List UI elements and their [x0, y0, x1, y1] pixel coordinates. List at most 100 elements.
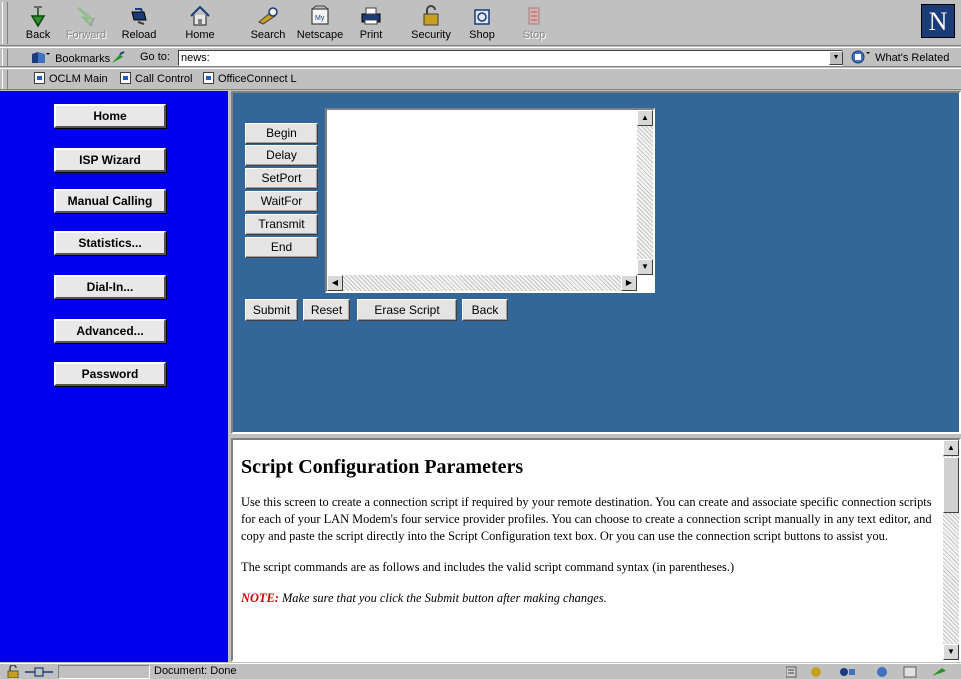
personal-link-call-control[interactable]: Call Control [120, 72, 192, 85]
search-button[interactable]: Search [244, 2, 292, 44]
erase-script-button[interactable]: Erase Script [357, 299, 457, 321]
shop-label: Shop [469, 29, 495, 41]
help-paragraph-intro: Use this screen to create a connection s… [241, 495, 932, 543]
help-paragraph-commands: The script commands are as follows and i… [241, 560, 735, 574]
help-note: NOTE: Make sure that you click the Submi… [241, 590, 933, 607]
toolbar-grip[interactable] [2, 2, 8, 44]
sidebar-item-statistics[interactable]: Statistics... [54, 231, 166, 255]
bookmarks-menu[interactable]: Bookmarks [30, 51, 110, 65]
sidebar-item-advanced[interactable]: Advanced... [54, 319, 166, 343]
personal-link-oclm-main[interactable]: OCLM Main [34, 72, 108, 85]
location-bar-grip[interactable] [2, 49, 8, 66]
script-textarea[interactable]: ▲ ▼ ◀ ▶ [325, 108, 655, 293]
security-button[interactable]: Security [407, 2, 455, 44]
stop-icon [528, 7, 540, 25]
personal-toolbar: OCLM Main Call Control OfficeConnect L [0, 68, 961, 90]
netscape-button[interactable]: My Netscape [296, 2, 344, 44]
transmit-command-button[interactable]: Transmit [245, 214, 318, 235]
reload-button[interactable]: Reload [115, 2, 163, 44]
scroll-right-arrow-icon[interactable]: ▶ [621, 275, 637, 291]
scroll-left-arrow-icon[interactable]: ◀ [327, 275, 343, 291]
home-button[interactable]: Home [176, 2, 224, 44]
component-bar-icons [786, 666, 946, 678]
location-icon[interactable] [110, 51, 126, 65]
end-command-button[interactable]: End [245, 237, 318, 258]
begin-command-button[interactable]: Begin [245, 123, 318, 144]
location-history-dropdown[interactable]: ▼ [829, 51, 843, 65]
back-form-button[interactable]: Back [462, 299, 508, 321]
whats-related-button[interactable]: What's Related [850, 50, 949, 64]
submit-button[interactable]: Submit [245, 299, 298, 321]
security-status-icon[interactable] [6, 665, 20, 678]
personal-link-officeconnect[interactable]: OfficeConnect L [203, 72, 297, 85]
navigation-toolbar: Back Forward Reload Home Search My Netsc… [0, 0, 961, 46]
shop-button[interactable]: Shop [458, 2, 506, 44]
note-label: NOTE: [241, 591, 279, 605]
security-lock-icon [423, 5, 439, 26]
print-button[interactable]: Print [347, 2, 395, 44]
netscape-icon: My [311, 5, 329, 25]
back-arrow-icon [30, 6, 46, 28]
waitfor-command-button[interactable]: WaitFor [245, 191, 318, 212]
scroll-up-arrow-icon[interactable]: ▲ [637, 110, 653, 126]
script-text [327, 110, 653, 114]
scroll-down-arrow-icon[interactable]: ▼ [943, 644, 959, 660]
netscape-logo[interactable]: N [921, 4, 955, 38]
sidebar-item-home[interactable]: Home [54, 104, 166, 128]
help-frame: Script Configuration Parameters Use this… [231, 438, 961, 662]
scroll-down-arrow-icon[interactable]: ▼ [637, 259, 653, 275]
help-title: Script Configuration Parameters [241, 456, 524, 478]
setport-command-button[interactable]: SetPort [245, 168, 318, 189]
security-label: Security [411, 29, 451, 41]
script-horizontal-scrollbar[interactable]: ◀ ▶ [327, 275, 637, 291]
page-icon [203, 72, 214, 84]
print-label: Print [359, 29, 383, 41]
navigation-frame: Home ISP Wizard Manual Calling Statistic… [0, 91, 231, 662]
personal-link-label: OCLM Main [49, 73, 108, 85]
back-button[interactable]: Back [14, 2, 62, 44]
home-label: Home [185, 29, 215, 41]
reload-icon [131, 8, 147, 25]
delay-command-button[interactable]: Delay [245, 145, 318, 166]
connection-status-icon [25, 667, 53, 677]
page-icon [120, 72, 131, 84]
personal-link-label: OfficeConnect L [218, 73, 297, 85]
bookmarks-icon [32, 52, 50, 63]
whats-related-icon [851, 50, 870, 64]
forward-arrow-icon [77, 6, 95, 28]
home-icon [190, 5, 210, 26]
sidebar-item-isp-wizard[interactable]: ISP Wizard [54, 148, 166, 172]
reload-label: Reload [121, 29, 157, 41]
page-icon [34, 72, 45, 84]
scrollbar-thumb[interactable] [943, 457, 959, 513]
netscape-icon-text: My [315, 15, 325, 22]
location-input[interactable] [178, 50, 843, 66]
script-vertical-scrollbar[interactable]: ▲ ▼ [637, 110, 653, 275]
personal-toolbar-grip[interactable] [2, 70, 8, 89]
note-text: Make sure that you click the Submit butt… [281, 591, 607, 605]
help-vertical-scrollbar[interactable]: ▲ ▼ [943, 440, 959, 660]
scroll-up-arrow-icon[interactable]: ▲ [943, 440, 959, 456]
stop-label: Stop [522, 29, 546, 41]
goto-label: Go to: [140, 51, 170, 63]
status-bar: Document: Done [0, 663, 961, 679]
netscape-label: Netscape [296, 29, 344, 41]
sidebar-item-password[interactable]: Password [54, 362, 166, 386]
help-content: Script Configuration Parameters Use this… [233, 440, 943, 607]
search-icon [258, 7, 278, 25]
shop-icon [474, 9, 490, 25]
personal-link-label: Call Control [135, 73, 193, 85]
back-label: Back [25, 29, 51, 41]
script-config-frame: Begin Delay SetPort WaitFor Transmit End… [231, 91, 961, 434]
forward-button[interactable]: Forward [62, 2, 110, 44]
stop-button[interactable]: Stop [510, 2, 558, 44]
forward-label: Forward [65, 29, 107, 41]
progress-cell [58, 665, 150, 679]
search-label: Search [250, 29, 286, 41]
bookmarks-label: Bookmarks [55, 53, 111, 65]
reset-button[interactable]: Reset [303, 299, 350, 321]
sidebar-item-manual-calling[interactable]: Manual Calling [54, 189, 166, 213]
status-text: Document: Done [154, 665, 237, 677]
sidebar-item-dial-in[interactable]: Dial-In... [54, 275, 166, 299]
whats-related-label: What's Related [875, 52, 950, 64]
